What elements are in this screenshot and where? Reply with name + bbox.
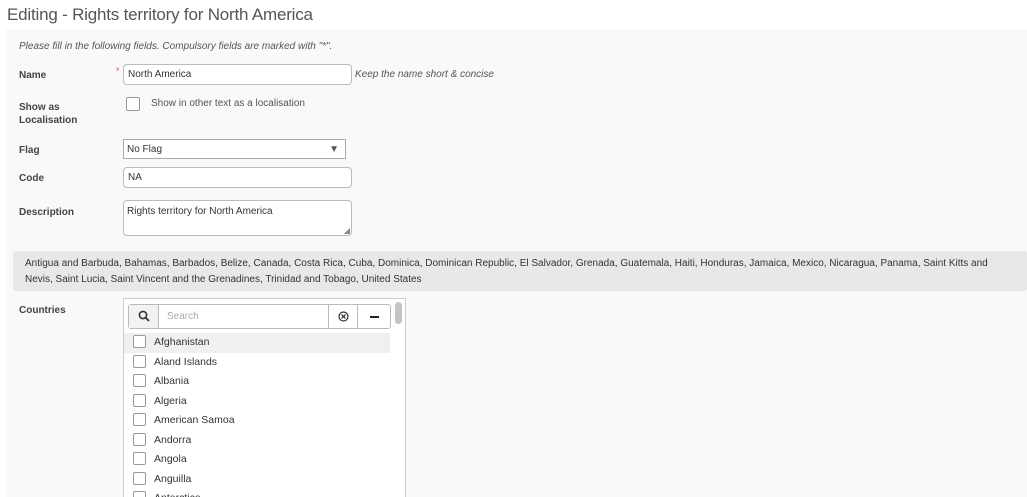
flag-select-value: No Flag bbox=[127, 144, 163, 155]
clear-circle-icon bbox=[337, 311, 349, 322]
country-name: Albania bbox=[154, 375, 190, 387]
collapse-button[interactable] bbox=[357, 305, 390, 328]
country-checkbox[interactable] bbox=[133, 374, 146, 387]
name-label: Name bbox=[19, 70, 47, 81]
search-icon bbox=[138, 310, 150, 322]
localisation-label: Show as Localisation bbox=[19, 102, 78, 126]
list-item[interactable]: Angola bbox=[124, 450, 390, 470]
list-item[interactable]: Aland Islands bbox=[124, 353, 390, 373]
localisation-checkbox[interactable] bbox=[126, 97, 140, 111]
name-input[interactable]: North America bbox=[123, 64, 352, 85]
country-name: Angola bbox=[154, 453, 187, 465]
list-item[interactable]: Albania bbox=[124, 372, 390, 392]
list-item[interactable]: American Samoa bbox=[124, 411, 390, 431]
form-instructions: Please fill in the following fields. Com… bbox=[19, 41, 333, 52]
countries-search-bar: Search bbox=[128, 304, 391, 329]
required-marker: * bbox=[116, 66, 120, 76]
description-textarea[interactable]: Rights territory for North America ◢ bbox=[123, 200, 352, 236]
list-item[interactable]: Andorra bbox=[124, 431, 390, 451]
country-checkbox[interactable] bbox=[133, 413, 146, 426]
list-scrollbar[interactable] bbox=[395, 302, 402, 324]
description-label: Description bbox=[19, 207, 75, 218]
selected-countries-summary: Antigua and Barbuda, Bahamas, Barbados, … bbox=[13, 251, 1027, 291]
countries-list: Afghanistan Aland Islands Albania Algeria Am… bbox=[124, 333, 390, 497]
description-text: Rights territory for North America bbox=[127, 206, 273, 217]
page-title: Editing - Rights territory for North Ame… bbox=[7, 5, 313, 24]
flag-select[interactable]: No Flag ▼ bbox=[123, 139, 346, 159]
countries-picker[interactable]: Search Afghanistan Aland Islands Albania Al… bbox=[123, 298, 406, 497]
countries-label: Countries bbox=[19, 305, 66, 316]
country-checkbox[interactable] bbox=[133, 452, 146, 465]
country-name: Andorra bbox=[154, 433, 192, 446]
country-checkbox[interactable] bbox=[133, 471, 146, 485]
list-item[interactable]: Algeria bbox=[124, 392, 390, 412]
country-name: Antarctica bbox=[154, 492, 201, 497]
country-name: Anguilla bbox=[154, 472, 192, 485]
search-button[interactable] bbox=[129, 305, 159, 328]
resize-handle-icon[interactable]: ◢ bbox=[344, 227, 350, 235]
name-hint: Keep the name short & concise bbox=[355, 69, 494, 80]
countries-search-input[interactable]: Search bbox=[167, 305, 199, 328]
country-name: Aland Islands bbox=[154, 355, 218, 368]
minus-icon bbox=[369, 316, 379, 318]
country-checkbox[interactable] bbox=[133, 335, 146, 348]
country-name: American Samoa bbox=[154, 414, 235, 426]
clear-search-button[interactable] bbox=[328, 305, 357, 328]
country-checkbox[interactable] bbox=[133, 354, 146, 368]
country-name: Algeria bbox=[154, 394, 187, 407]
country-checkbox[interactable] bbox=[133, 393, 146, 407]
code-input[interactable]: NA bbox=[123, 167, 352, 188]
list-item[interactable]: Afghanistan bbox=[124, 333, 390, 353]
list-item[interactable]: Anguilla bbox=[124, 470, 390, 490]
localisation-checkbox-label[interactable]: Show in other text as a localisation bbox=[151, 98, 305, 109]
code-label: Code bbox=[19, 173, 44, 184]
list-item[interactable]: Antarctica bbox=[124, 489, 390, 497]
caret-down-icon: ▼ bbox=[329, 144, 339, 155]
country-checkbox[interactable] bbox=[133, 491, 146, 497]
country-name: Afghanistan bbox=[154, 336, 210, 348]
country-checkbox[interactable] bbox=[133, 432, 146, 446]
flag-label: Flag bbox=[19, 145, 40, 156]
